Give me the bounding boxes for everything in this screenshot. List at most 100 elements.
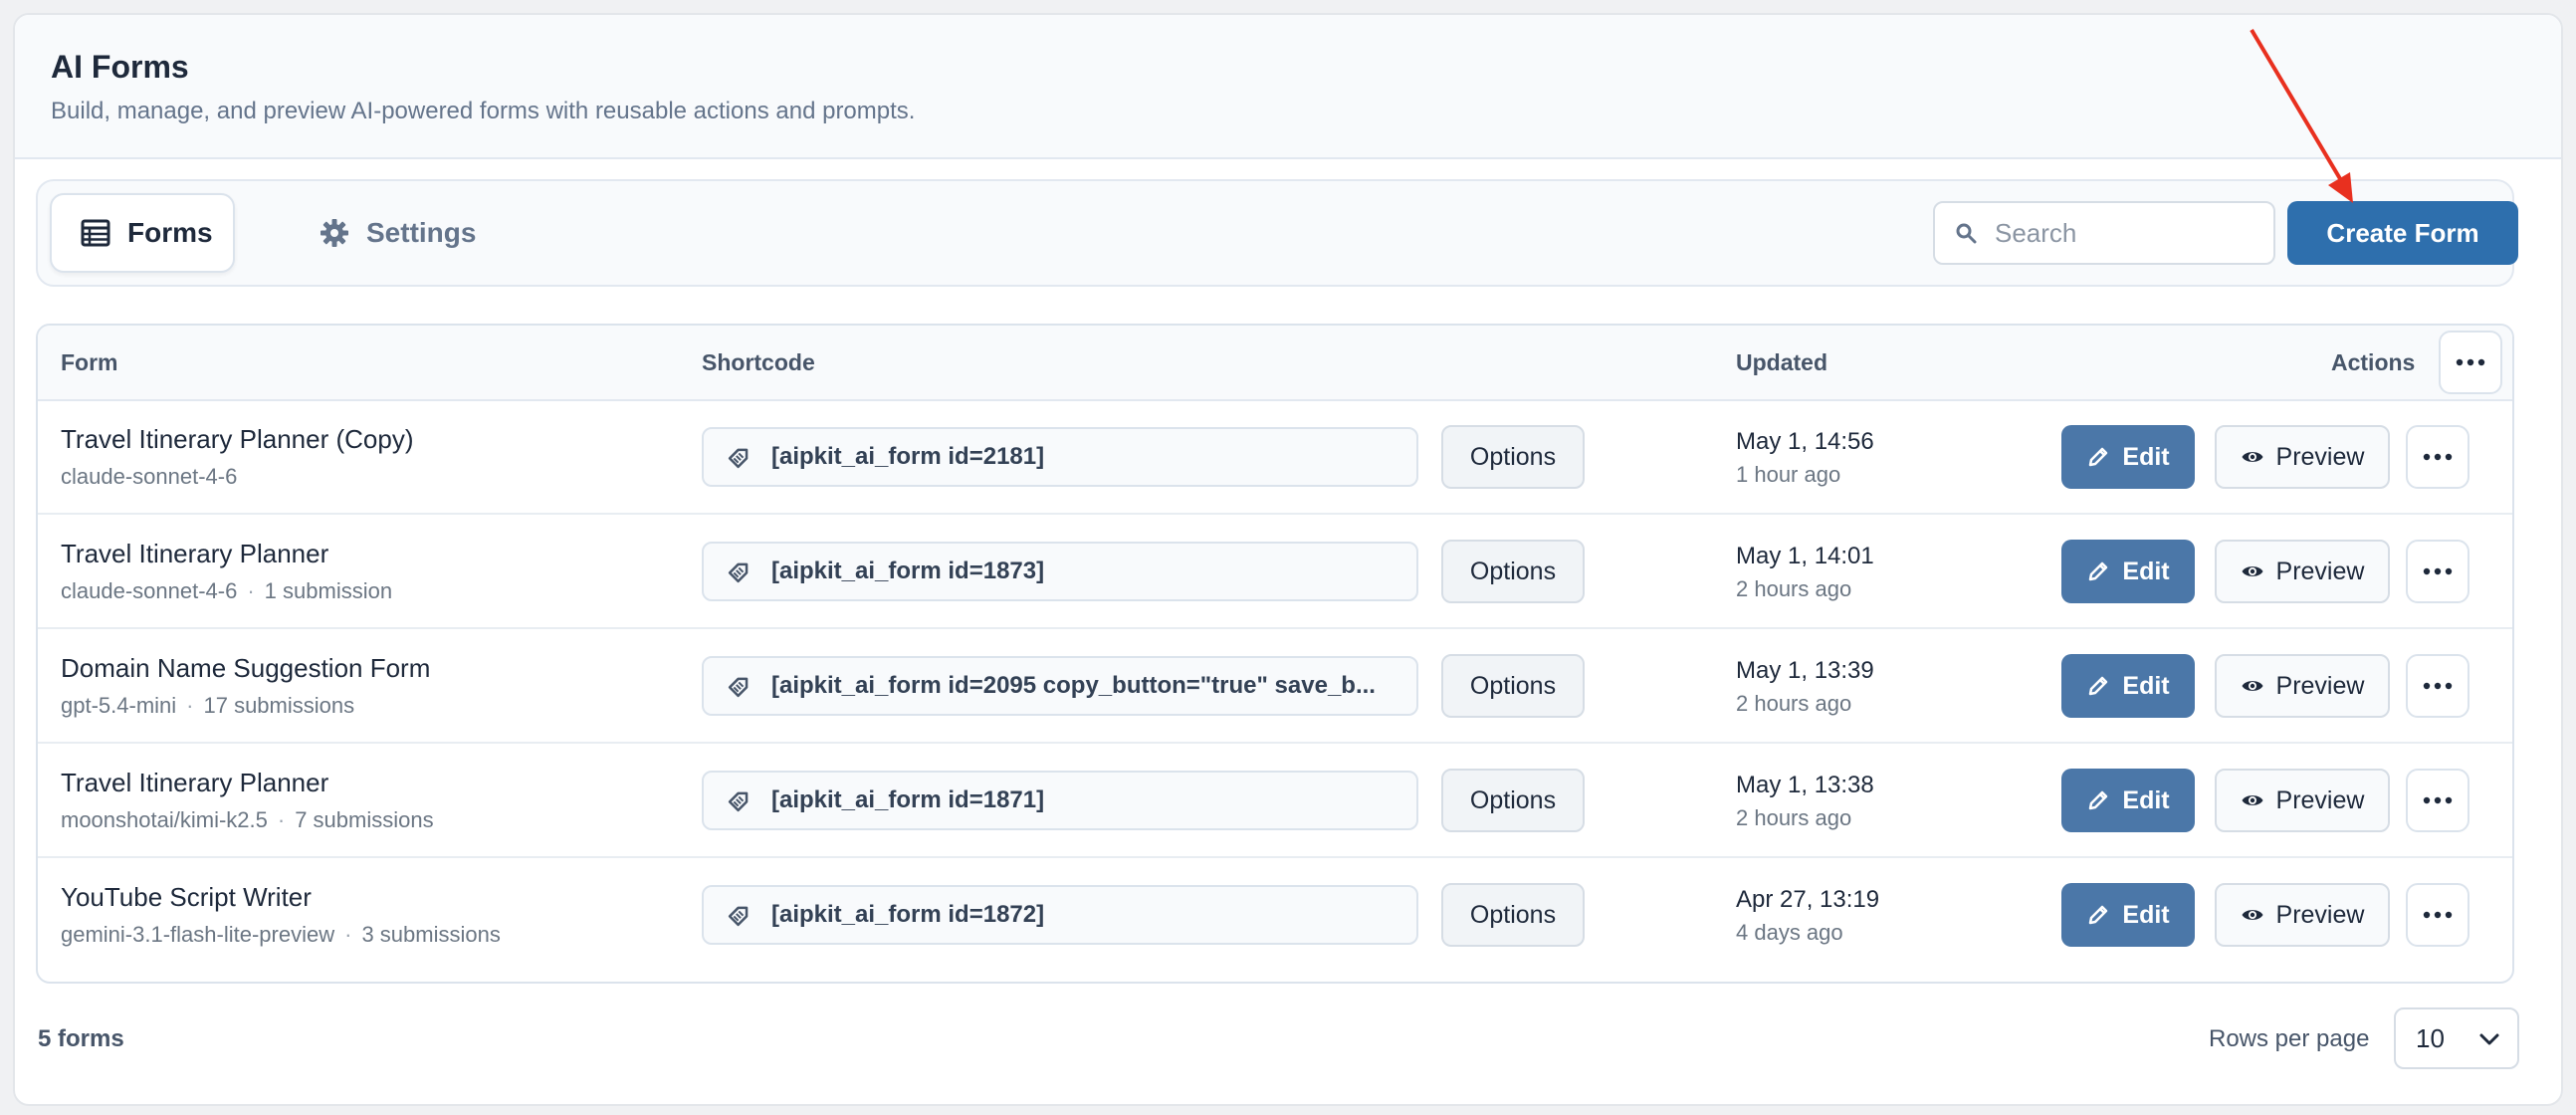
column-options-button[interactable] [2439, 331, 2502, 394]
edit-label: Edit [2122, 671, 2170, 700]
edit-button[interactable]: Edit [2061, 425, 2195, 489]
edit-button[interactable]: Edit [2061, 769, 2195, 832]
shortcode-options-button[interactable]: Options [1441, 540, 1585, 603]
tab-forms-label: Forms [127, 217, 213, 248]
preview-label: Preview [2275, 442, 2365, 471]
updated-date: May 1, 14:56 [1736, 428, 1874, 455]
pencil-icon [2086, 903, 2110, 927]
form-name[interactable]: Travel Itinerary Planner [61, 767, 328, 798]
tag-icon [726, 901, 753, 929]
ellipsis-icon [2423, 911, 2453, 919]
page-header: AI Forms Build, manage, and preview AI-p… [15, 15, 2561, 159]
page-title: AI Forms [51, 49, 189, 85]
forms-count: 5 forms [38, 1025, 124, 1052]
form-name[interactable]: Travel Itinerary Planner [61, 538, 328, 569]
updated-date: Apr 27, 13:19 [1736, 886, 1880, 913]
preview-button[interactable]: Preview [2215, 540, 2390, 603]
pencil-icon [2086, 445, 2110, 469]
column-header-shortcode: Shortcode [702, 348, 815, 375]
chevron-down-icon [2477, 1027, 2501, 1051]
meta-separator: · [247, 578, 255, 603]
updated-date: May 1, 13:38 [1736, 772, 1874, 798]
ellipsis-icon [2423, 682, 2453, 690]
column-header-updated: Updated [1736, 348, 1827, 375]
eye-icon [2241, 445, 2264, 469]
table-row: Travel Itinerary Planner claude-sonnet-4… [38, 516, 2512, 629]
eye-icon [2241, 788, 2264, 812]
preview-label: Preview [2275, 785, 2365, 814]
rows-per-page-label: Rows per page [2209, 1025, 2370, 1052]
search-field[interactable] [1933, 201, 2275, 265]
eye-icon [2241, 903, 2264, 927]
updated-date: May 1, 13:39 [1736, 657, 1874, 684]
pencil-icon [2086, 559, 2110, 583]
edit-button[interactable]: Edit [2061, 883, 2195, 947]
row-more-button[interactable] [2406, 540, 2469, 603]
preview-button[interactable]: Preview [2215, 654, 2390, 718]
shortcode-copy-field[interactable]: [aipkit_ai_form id=2095 copy_button="tru… [702, 656, 1418, 716]
edit-label: Edit [2122, 785, 2170, 814]
table-row: Travel Itinerary Planner (Copy) claude-s… [38, 401, 2512, 515]
form-meta: claude-sonnet-4-6 · 1 submission [61, 577, 392, 605]
row-more-button[interactable] [2406, 883, 2469, 947]
shortcode-options-button[interactable]: Options [1441, 654, 1585, 718]
forms-table: Form Shortcode Updated Actions Travel It… [36, 324, 2514, 984]
edit-button[interactable]: Edit [2061, 654, 2195, 718]
shortcode-copy-field[interactable]: [aipkit_ai_form id=1871] [702, 771, 1418, 830]
shortcode-options-button[interactable]: Options [1441, 883, 1585, 947]
toolbar: Forms Settings Create Form [36, 179, 2518, 287]
ellipsis-icon [2423, 567, 2453, 575]
search-input[interactable] [1995, 217, 2254, 249]
ellipsis-icon [2423, 796, 2453, 804]
eye-icon [2241, 559, 2264, 583]
form-meta: moonshotai/kimi-k2.5 · 7 submissions [61, 806, 434, 834]
meta-separator: · [277, 807, 286, 832]
row-more-button[interactable] [2406, 425, 2469, 489]
edit-button[interactable]: Edit [2061, 540, 2195, 603]
shortcode-text: [aipkit_ai_form id=1872] [771, 901, 1045, 928]
form-submissions: 17 submissions [203, 693, 355, 718]
tag-icon [726, 443, 753, 471]
table-row: Travel Itinerary Planner moonshotai/kimi… [38, 745, 2512, 858]
edit-label: Edit [2122, 442, 2170, 471]
form-meta: gemini-3.1-flash-lite-preview · 3 submissi… [61, 921, 501, 949]
tab-settings[interactable]: Settings [319, 193, 498, 273]
rows-per-page-value: 10 [2416, 1022, 2445, 1053]
create-form-button[interactable]: Create Form [2287, 201, 2518, 265]
tab-forms[interactable]: Forms [50, 193, 235, 273]
rows-per-page-select[interactable]: 10 [2394, 1007, 2519, 1069]
form-submissions: 7 submissions [295, 807, 434, 832]
form-meta: claude-sonnet-4-6 [61, 463, 237, 491]
shortcode-text: [aipkit_ai_form id=2181] [771, 443, 1045, 470]
shortcode-options-button[interactable]: Options [1441, 425, 1585, 489]
shortcode-text: [aipkit_ai_form id=1871] [771, 786, 1045, 813]
tag-icon [726, 558, 753, 585]
column-header-actions: Actions [2331, 348, 2416, 375]
shortcode-options-button[interactable]: Options [1441, 769, 1585, 832]
tab-settings-label: Settings [366, 217, 477, 248]
pencil-icon [2086, 674, 2110, 698]
updated-relative: 4 days ago [1736, 920, 1843, 945]
preview-button[interactable]: Preview [2215, 769, 2390, 832]
ellipsis-icon [2423, 453, 2453, 461]
form-name[interactable]: Travel Itinerary Planner (Copy) [61, 423, 414, 455]
preview-button[interactable]: Preview [2215, 883, 2390, 947]
form-model: claude-sonnet-4-6 [61, 464, 238, 489]
form-name[interactable]: YouTube Script Writer [61, 881, 312, 913]
shortcode-copy-field[interactable]: [aipkit_ai_form id=2181] [702, 427, 1418, 487]
form-model: moonshotai/kimi-k2.5 [61, 807, 268, 832]
form-meta: gpt-5.4-mini · 17 submissions [61, 692, 354, 720]
row-more-button[interactable] [2406, 769, 2469, 832]
table-row: Domain Name Suggestion Form gpt-5.4-mini… [38, 630, 2512, 744]
shortcode-text: [aipkit_ai_form id=1873] [771, 558, 1045, 584]
preview-button[interactable]: Preview [2215, 425, 2390, 489]
shortcode-copy-field[interactable]: [aipkit_ai_form id=1873] [702, 542, 1418, 601]
form-name[interactable]: Domain Name Suggestion Form [61, 652, 430, 684]
updated-relative: 1 hour ago [1736, 462, 1841, 487]
gear-icon [319, 217, 350, 249]
preview-label: Preview [2275, 900, 2365, 929]
meta-separator: · [344, 922, 352, 947]
meta-separator: · [186, 693, 194, 718]
shortcode-copy-field[interactable]: [aipkit_ai_form id=1872] [702, 885, 1418, 945]
row-more-button[interactable] [2406, 654, 2469, 718]
